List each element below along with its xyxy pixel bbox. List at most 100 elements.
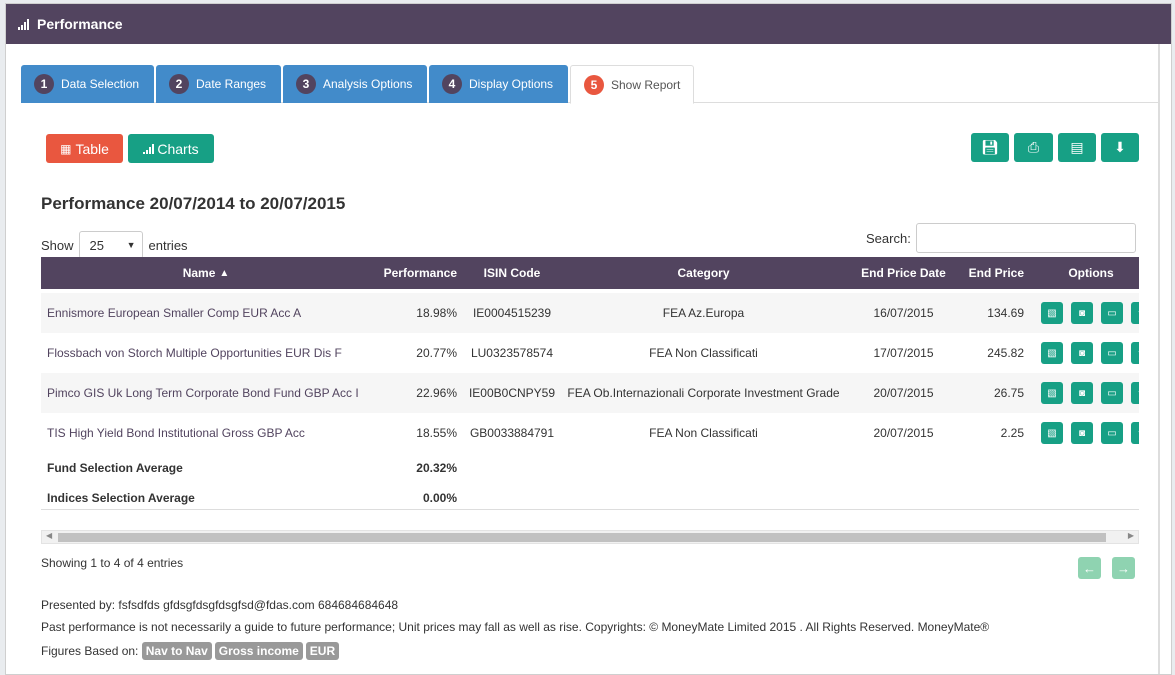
arrow-left-icon: ← (1083, 560, 1096, 576)
average-row: Indices Selection Average 0.00% (41, 483, 1139, 510)
cell-perf: 22.96% (416, 386, 457, 400)
factsheet-button[interactable]: ▧ (1041, 342, 1063, 364)
cell-name[interactable]: Flossbach von Storch Multiple Opportunit… (41, 333, 371, 373)
download-icon: ⬇ (1114, 139, 1126, 155)
cell-perf: 18.98% (416, 306, 457, 320)
horizontal-scrollbar[interactable]: ◀ ▶ (41, 530, 1139, 544)
scrollbar-thumb[interactable] (58, 533, 1106, 542)
camera-button[interactable]: ◙ (1071, 302, 1093, 324)
table-view-button[interactable]: ▦ Table (46, 134, 123, 163)
table-row: TIS High Yield Bond Institutional Gross … (41, 413, 1139, 453)
factsheet-icon: ▧ (1047, 387, 1057, 399)
search-label: Search: (866, 230, 911, 246)
star-button[interactable]: ★ (1131, 382, 1139, 404)
money-button[interactable]: ▭ (1101, 422, 1123, 444)
camera-icon: ◙ (1078, 347, 1086, 359)
next-page-button[interactable]: → (1112, 557, 1135, 579)
camera-button[interactable]: ◙ (1071, 422, 1093, 444)
camera-button[interactable]: ◙ (1071, 382, 1093, 404)
cell-date: 17/07/2015 (873, 346, 934, 360)
factsheet-icon: ▧ (1047, 427, 1057, 439)
entries-length: Show 25 ▼ entries (41, 231, 188, 259)
tab-date-ranges[interactable]: 2 Date Ranges (156, 65, 281, 103)
column-header[interactable]: ISIN Code (467, 257, 557, 289)
column-header[interactable]: Name ▲ (41, 257, 371, 289)
cell-price: 245.82 (987, 346, 1024, 360)
grid-icon: ▦ (60, 141, 72, 156)
camera-icon: ◙ (1078, 387, 1086, 399)
cell-options: ▧ ◙ ▭ ★ (1041, 373, 1139, 413)
wizard-tabs: 1 Data Selection 2 Date Ranges 3 Analysis O… (21, 65, 1159, 104)
step-badge: 3 (296, 74, 316, 94)
entries-select[interactable]: 25 ▼ (78, 231, 143, 259)
money-button[interactable]: ▭ (1101, 302, 1123, 324)
column-header-label: ISIN Code (483, 266, 541, 280)
average-value: 0.00% (422, 491, 457, 505)
charts-view-button[interactable]: Charts (128, 134, 214, 163)
column-header[interactable]: Performance (371, 257, 457, 289)
cell-cat: FEA Az.Europa (662, 306, 745, 320)
factsheet-icon: ▧ (1047, 307, 1057, 319)
factsheet-button[interactable]: ▧ (1041, 382, 1063, 404)
column-header-label: Category (677, 266, 730, 280)
save-button[interactable]: 💾︎ (971, 133, 1009, 162)
money-icon: ▭ (1107, 387, 1117, 399)
print-button[interactable]: ⎙ (1014, 133, 1053, 162)
panel-header: Performance (6, 4, 1171, 44)
table-row: Flossbach von Storch Multiple Opportunit… (41, 333, 1139, 373)
star-button[interactable]: ★ (1131, 342, 1139, 364)
cell-price: 134.69 (987, 306, 1024, 320)
download-button[interactable]: ⬇ (1101, 133, 1139, 162)
star-icon: ★ (1138, 308, 1139, 319)
pdf-button[interactable]: ▤ (1058, 133, 1096, 162)
cell-perf: 20.77% (416, 346, 457, 360)
column-header[interactable]: Category (561, 257, 846, 289)
star-icon: ★ (1138, 348, 1139, 359)
cell-price: 2.25 (1000, 426, 1024, 440)
panel-title: Performance (37, 16, 123, 32)
report-title: Performance 20/07/2014 to 20/07/2015 (41, 194, 346, 213)
search: Search: (866, 223, 1136, 253)
money-icon: ▭ (1107, 427, 1117, 439)
factsheet-button[interactable]: ▧ (1041, 302, 1063, 324)
column-header[interactable]: End Price Date (846, 257, 961, 289)
table-header-row: Name ▲ Performance ISIN Code Category End Pri… (41, 257, 1139, 289)
camera-button[interactable]: ◙ (1071, 342, 1093, 364)
divider (1158, 44, 1160, 674)
figures-based-on: Figures Based on: Nav to Nav Gross income… (41, 642, 342, 660)
column-header[interactable]: Options (1031, 257, 1139, 289)
show-label: Show (41, 237, 74, 253)
tab-label: Date Ranges (196, 77, 267, 91)
tab-display-options[interactable]: 4 Display Options (429, 65, 568, 103)
table-row: Pimco GIS Uk Long Term Corporate Bond Fu… (41, 373, 1139, 413)
scroll-left-icon[interactable]: ◀ (46, 531, 52, 540)
cell-isin: IE00B0CNPY59 (468, 386, 556, 400)
tab-analysis-options[interactable]: 3 Analysis Options (283, 65, 427, 103)
money-button[interactable]: ▭ (1101, 382, 1123, 404)
column-header[interactable]: End Price (961, 257, 1024, 289)
factsheet-icon: ▧ (1047, 347, 1057, 359)
column-header-label: Name (182, 266, 216, 280)
previous-page-button[interactable]: ← (1078, 557, 1101, 579)
star-button[interactable]: ★ (1131, 422, 1139, 444)
average-value: 20.32% (416, 461, 457, 475)
performance-table: Name ▲ Performance ISIN Code Category End Pri… (41, 257, 1139, 510)
cell-isin: IE0004515239 (472, 306, 552, 320)
cell-name[interactable]: Ennismore European Smaller Comp EUR Acc … (41, 293, 371, 333)
cell-price: 26.75 (993, 386, 1024, 400)
print-icon: ⎙ (1027, 139, 1040, 155)
step-badge: 2 (169, 74, 189, 94)
pdf-icon: ▤ (1070, 139, 1084, 155)
table-row: Ennismore European Smaller Comp EUR Acc … (41, 293, 1139, 333)
cell-name[interactable]: TIS High Yield Bond Institutional Gross … (41, 413, 371, 453)
search-input[interactable] (915, 223, 1136, 253)
star-button[interactable]: ★ (1131, 302, 1139, 324)
tab-data-selection[interactable]: 1 Data Selection (21, 65, 154, 103)
average-label: Fund Selection Average (47, 461, 183, 475)
tab-show-report[interactable]: 5 Show Report (570, 65, 694, 104)
tab-label: Analysis Options (323, 77, 413, 91)
money-button[interactable]: ▭ (1101, 342, 1123, 364)
scroll-right-icon[interactable]: ▶ (1128, 531, 1134, 540)
factsheet-button[interactable]: ▧ (1041, 422, 1063, 444)
cell-name[interactable]: Pimco GIS Uk Long Term Corporate Bond Fu… (41, 373, 371, 413)
